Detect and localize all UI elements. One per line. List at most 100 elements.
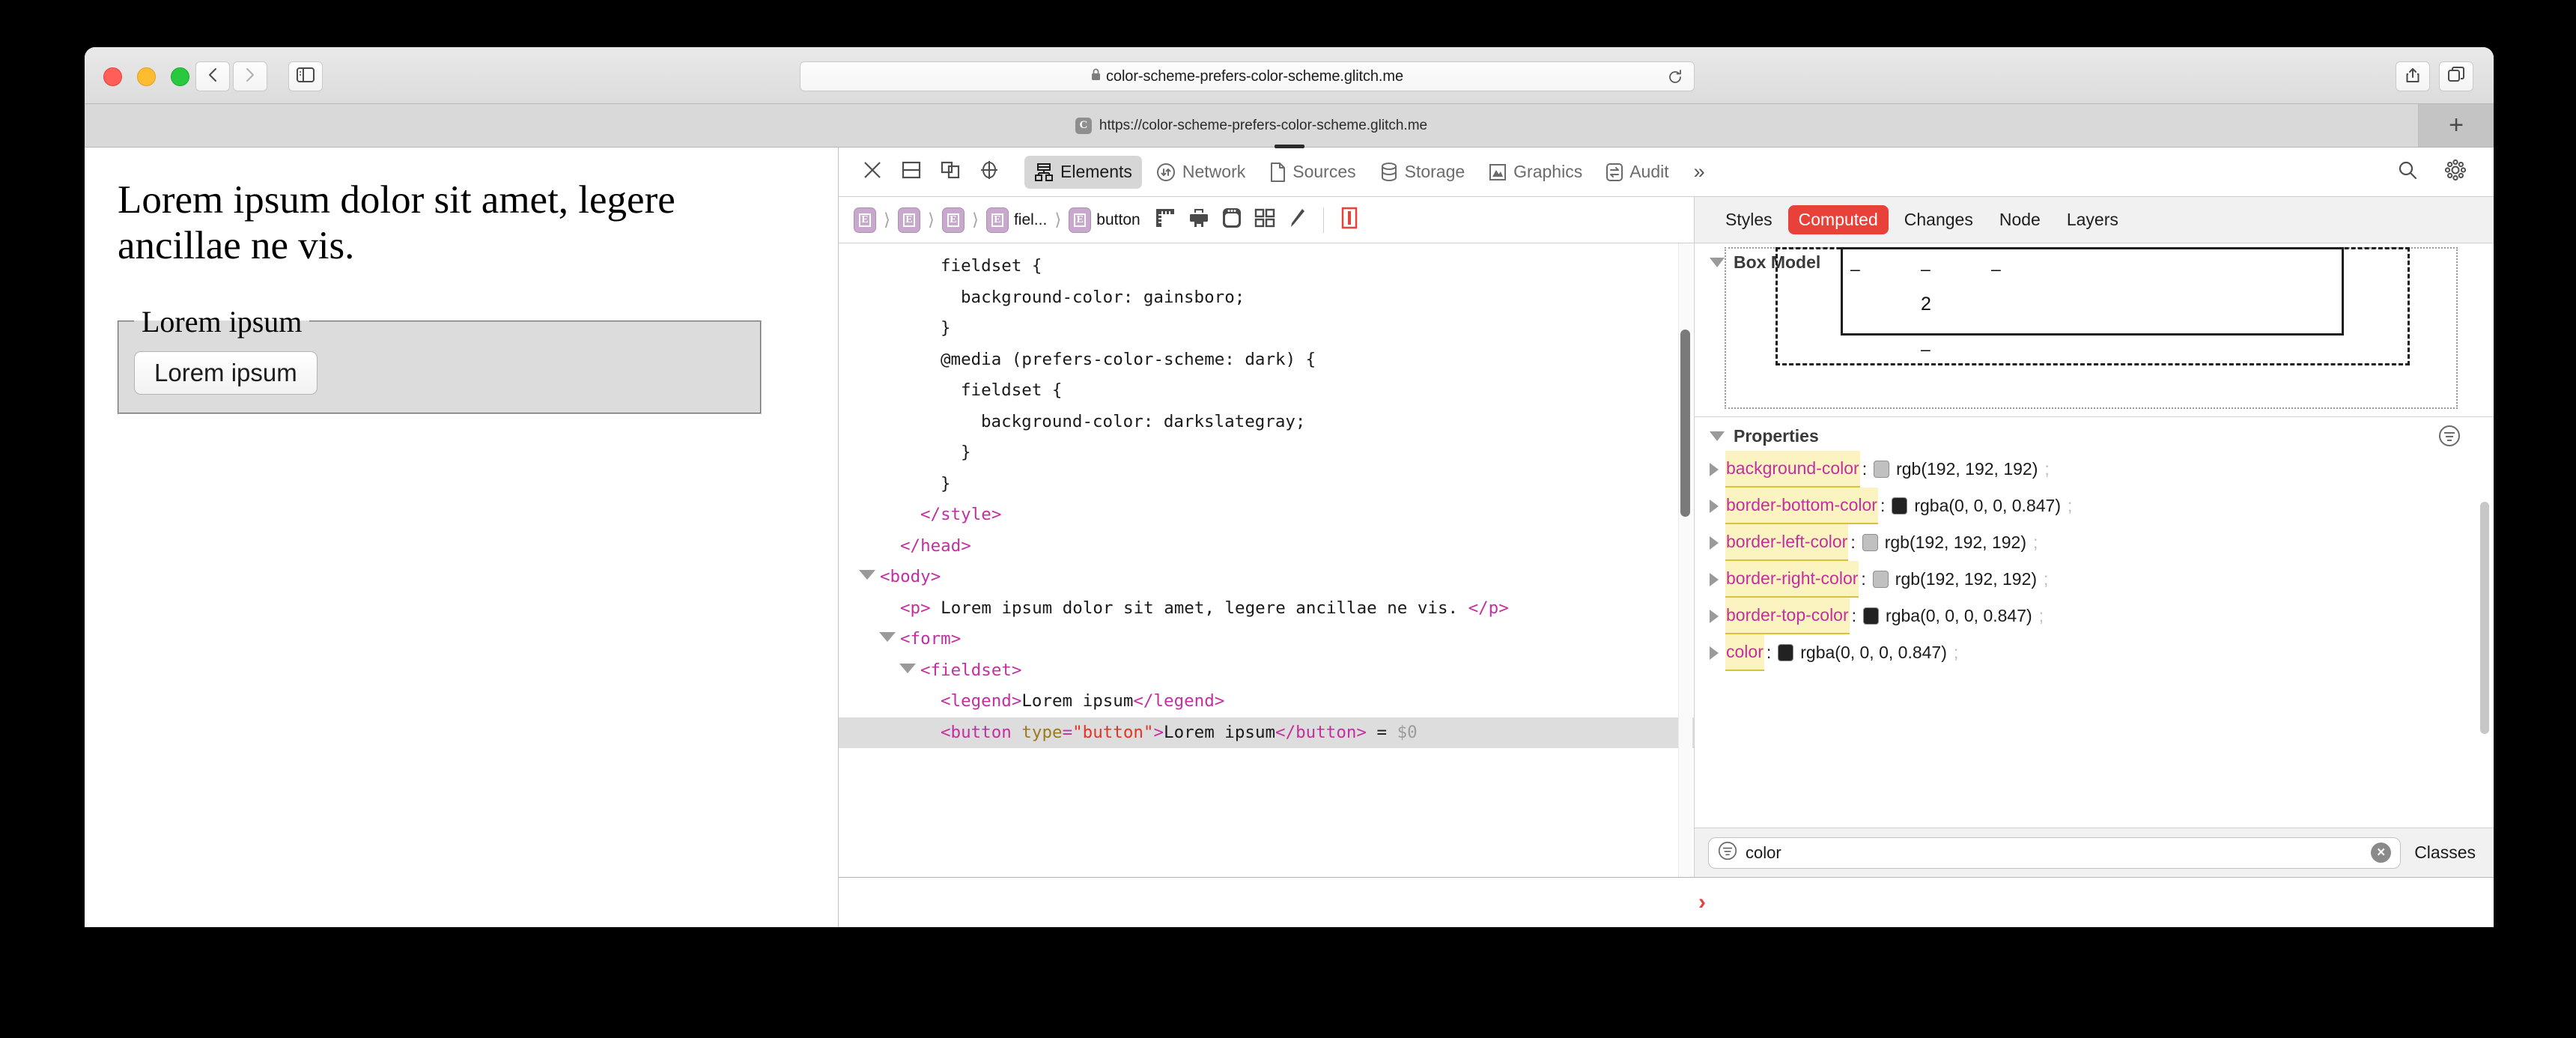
tab-node[interactable]: Node [1989,205,2051,234]
disclosure-triangle-icon[interactable] [879,632,896,642]
inspect-element-button[interactable] [972,155,1006,189]
color-swatch[interactable] [1863,607,1880,625]
more-tabs-button[interactable]: » [1683,160,1716,183]
property-colon: : [1861,569,1866,589]
dock-side-button[interactable] [933,155,967,189]
property-colon: : [1862,459,1868,479]
color-swatch[interactable] [1892,497,1908,515]
disclosure-triangle-icon[interactable] [899,663,916,673]
address-bar[interactable]: color-scheme-prefers-color-scheme.glitch… [800,61,1695,91]
dom-tree-line[interactable]: @media (prefers-color-scheme: dark) { [839,345,1694,376]
dom-tree-line[interactable]: <legend>Lorem ipsum</legend> [839,686,1694,717]
dom-tree-pane[interactable]: fieldset {background-color: gainsboro;} @… [839,243,1695,877]
device-icon[interactable] [1222,207,1242,232]
dom-tree-line[interactable]: fieldset { [839,251,1694,282]
new-tab-button[interactable]: + [2419,104,2494,147]
force-state-icon[interactable] [1341,207,1358,233]
tab-graphics[interactable]: Graphics [1479,156,1592,189]
property-row[interactable]: border-bottom-color: rgba(0, 0, 0, 0.847)… [1710,488,2479,524]
clear-filter-button[interactable]: × [2371,843,2392,863]
property-row[interactable]: border-left-color: rgb(192, 192, 192); [1710,524,2479,561]
disclosure-triangle-icon[interactable] [859,570,875,580]
page-lorem-button[interactable]: Lorem ipsum [134,350,318,395]
dock-bottom-button[interactable] [894,155,929,189]
maximize-window-button[interactable] [171,67,189,86]
dom-tree-line[interactable]: } [839,313,1694,345]
dom-tree-line[interactable]: background-color: gainsboro; [839,282,1694,314]
dom-tree-line[interactable]: <p> Lorem ipsum dolor sit amet, legere a… [839,593,1694,625]
tab-layers[interactable]: Layers [2056,205,2129,234]
color-swatch[interactable] [1872,571,1889,588]
grid-overlay-icon[interactable] [1254,208,1275,231]
console-resizer[interactable] [1274,145,1304,148]
dom-tree-line[interactable]: <fieldset> [839,655,1694,687]
color-swatch[interactable] [1862,534,1878,551]
breadcrumb-item-button[interactable]: E button [1067,207,1141,233]
close-devtools-button[interactable] [855,155,890,189]
rendered-page: Lorem ipsum dolor sit amet, legere ancil… [85,148,839,926]
chevron-right-icon[interactable] [1710,609,1719,623]
box-model-border-bottom[interactable]: 2 [1921,294,1931,315]
layout-ruler-icon[interactable] [1155,207,1176,232]
settings-button[interactable] [2438,155,2473,189]
breadcrumb-item-1[interactable]: E [896,207,922,233]
tab-audit[interactable]: Audit [1597,156,1678,189]
dom-tree-line[interactable]: <body> [839,562,1694,593]
filter-input[interactable]: color × [1708,837,2402,869]
breadcrumb-item-2[interactable]: E [941,207,966,233]
chevron-right-icon[interactable] [1710,572,1719,586]
properties-scrollbar-thumb[interactable] [2480,502,2489,734]
dom-tree-line[interactable]: </style> [839,500,1694,531]
chevron-right-icon[interactable] [1710,499,1719,513]
property-row[interactable]: border-top-color: rgba(0, 0, 0, 0.847); [1710,598,2479,634]
forward-button[interactable] [233,61,267,91]
tab-elements[interactable]: Elements [1024,155,1142,189]
color-swatch[interactable] [1874,461,1890,478]
dom-tree-line[interactable]: background-color: darkslategray; [839,407,1694,438]
chevron-right-icon[interactable] [1710,535,1719,550]
property-row[interactable]: border-right-color: rgb(192, 192, 192); [1710,561,2479,598]
code-token-attr: type [1021,722,1063,742]
tab-storage[interactable]: Storage [1370,156,1475,189]
console-strip[interactable]: › [839,145,2494,926]
tab-overview-button[interactable] [2439,61,2473,91]
color-swatch[interactable] [1778,644,1794,661]
box-model-content-center[interactable]: – [1921,259,1931,279]
properties-header[interactable]: Properties [1695,417,2494,449]
chevron-right-icon[interactable] [1710,646,1719,660]
minimize-window-button[interactable] [137,67,156,86]
filter-menu-icon[interactable] [2438,425,2461,452]
share-button[interactable] [2396,61,2430,91]
property-value: rgb(192, 192, 192) [1895,569,2038,589]
property-row[interactable]: color: rgba(0, 0, 0, 0.847); [1710,634,2479,671]
paintbrush-icon[interactable] [1288,207,1306,232]
browser-tab[interactable]: C https://color-scheme-prefers-color-sch… [85,104,2419,147]
box-model-padding-bottom[interactable]: – [1921,339,1931,359]
tab-styles[interactable]: Styles [1715,205,1783,234]
dom-tree-line[interactable]: <button type="button">Lorem ipsum</butto… [839,717,1694,748]
breadcrumb-item-0[interactable]: E [852,207,878,233]
back-button[interactable] [195,61,230,91]
dom-tree-line[interactable]: } [839,437,1694,469]
close-window-button[interactable] [103,67,122,86]
dom-tree-line[interactable]: <form> [839,624,1694,655]
dom-tree-line[interactable]: </head> [839,531,1694,562]
tab-network[interactable]: Network [1146,156,1255,189]
classes-button[interactable]: Classes [2414,843,2480,863]
reload-icon[interactable] [1667,69,1683,89]
box-model-content-right[interactable]: – [1991,259,2001,279]
property-value: rgb(192, 192, 192) [1896,459,2038,479]
tab-changes[interactable]: Changes [1894,205,1984,234]
dom-tree-line[interactable]: fieldset { [839,375,1694,407]
property-row[interactable]: background-color: rgb(192, 192, 192); [1710,451,2479,488]
print-icon[interactable] [1188,208,1209,231]
tab-sources[interactable]: Sources [1260,156,1365,189]
dom-tree-line[interactable]: } [839,469,1694,500]
chevron-right-icon[interactable] [1710,462,1719,476]
search-button[interactable] [2390,155,2425,189]
box-model-content-left[interactable]: – [1850,259,1860,279]
breadcrumb-item-fieldset[interactable]: E fiel... [985,207,1048,233]
tab-computed[interactable]: Computed [1787,205,1889,234]
sidebar-toggle-button[interactable] [288,61,323,91]
code-scrollbar-thumb[interactable] [1680,330,1690,517]
